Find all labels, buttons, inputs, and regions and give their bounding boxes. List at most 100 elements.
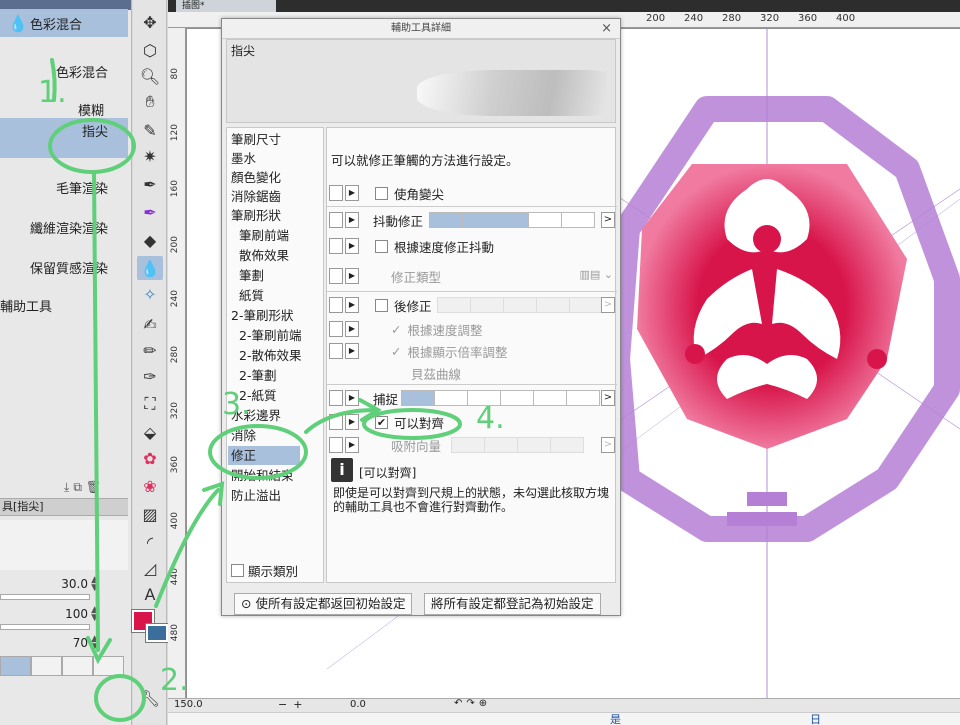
corner-checkbox[interactable] — [375, 186, 388, 200]
reset-all-button[interactable]: ⊙ 使所有設定都返回初始設定 — [234, 593, 413, 615]
zoom-level[interactable]: 150.0 — [174, 699, 203, 710]
play-icon[interactable]: ▶ — [345, 268, 359, 284]
expand-arrow-icon[interactable]: > — [601, 297, 615, 313]
speed-stabilize-checkbox[interactable] — [375, 239, 388, 253]
expand-arrow-icon[interactable]: > — [601, 390, 615, 406]
close-icon[interactable]: × — [601, 21, 612, 36]
curve-icon[interactable]: ◜ — [137, 530, 163, 554]
show-categories-toggle[interactable]: 顯示類別 — [231, 561, 298, 580]
category-item[interactable]: 墨水 — [231, 149, 321, 168]
stabilization-segments[interactable] — [0, 656, 124, 676]
decoration-icon[interactable]: ⛶ — [137, 392, 163, 416]
eraser-icon[interactable]: ◆ — [137, 228, 163, 252]
gradient-icon[interactable]: ▨ — [137, 502, 163, 526]
lock-toggle[interactable] — [329, 437, 343, 453]
sub-tool-group-current[interactable]: 💧 色彩混合 — [0, 9, 128, 37]
sub-tool-item-brush-blend[interactable]: 毛筆渲染 — [0, 178, 128, 197]
lock-toggle[interactable] — [329, 238, 343, 254]
play-icon[interactable]: ▶ — [345, 212, 359, 228]
zoom-icon[interactable]: 🔍︎ — [137, 64, 163, 88]
spinner-icon[interactable]: ▲ ▼ — [91, 606, 98, 623]
color-icon[interactable]: ❀ — [137, 474, 163, 498]
play-icon[interactable]: ▶ — [345, 238, 359, 254]
sub-tool-item-finger[interactable]: 指尖 — [0, 118, 128, 158]
category-item[interactable]: 紙質 — [239, 286, 329, 305]
property-brush-size[interactable]: 30.0 ▲ ▼ — [0, 574, 128, 600]
airbrush-icon[interactable]: ✧ — [137, 282, 163, 306]
fill-icon[interactable]: ⬙ — [137, 420, 163, 444]
category-item-selected[interactable]: 修正 — [228, 446, 300, 465]
category-item[interactable]: 消除鋸齒 — [231, 187, 321, 206]
snap-checkbox[interactable]: ✔ — [375, 415, 388, 429]
show-categories-checkbox[interactable] — [231, 564, 244, 577]
category-item[interactable]: 2-紙質 — [239, 386, 329, 405]
post-correction-slider[interactable] — [437, 297, 603, 313]
category-item[interactable]: 2-筆刷形狀 — [231, 306, 321, 325]
zoom-controls[interactable]: −+ — [278, 698, 308, 711]
play-icon[interactable]: ▶ — [345, 297, 359, 313]
lock-toggle[interactable] — [329, 390, 343, 406]
move-icon[interactable]: ✥ — [137, 10, 163, 34]
spinner-icon[interactable]: ▲ ▼ — [91, 635, 98, 652]
category-item[interactable]: 筆刷尺寸 — [231, 130, 321, 149]
play-icon[interactable]: ▶ — [345, 437, 359, 453]
property-strength[interactable]: 100 ▲ ▼ — [0, 604, 128, 630]
lock-toggle[interactable] — [329, 321, 343, 337]
document-tab[interactable]: 插图* — [176, 0, 276, 12]
play-icon[interactable]: ▶ — [345, 185, 359, 201]
lock-toggle[interactable] — [329, 297, 343, 313]
text-icon[interactable]: A — [137, 582, 163, 606]
hand-icon[interactable]: ✋︎ — [137, 90, 163, 114]
sub-color-swatch[interactable] — [145, 623, 169, 643]
expand-arrow-icon[interactable]: > — [601, 437, 615, 453]
sub-tool-item-blur[interactable]: 模糊 — [0, 100, 128, 119]
stroke-value[interactable]: 70 — [73, 636, 88, 650]
property-stroke[interactable]: 70 ▲ ▼ — [0, 633, 128, 655]
select-pen-icon[interactable]: ✎ — [137, 118, 163, 142]
3d-object-icon[interactable]: ⬡ — [137, 38, 163, 62]
attraction-slider[interactable] — [451, 437, 584, 453]
play-icon[interactable]: ▶ — [345, 321, 359, 337]
category-item[interactable]: 筆刷形狀 — [231, 206, 321, 225]
calligraphy-icon[interactable]: ✑ — [137, 364, 163, 388]
lock-toggle[interactable] — [329, 343, 343, 359]
category-item[interactable]: 水彩邊界 — [231, 406, 321, 425]
category-item[interactable]: 2-筆劃 — [239, 366, 329, 385]
duplicate-icon[interactable]: ⧉ — [73, 480, 82, 495]
brush-size-value[interactable]: 30.0 — [61, 577, 88, 591]
lock-toggle[interactable] — [329, 414, 343, 430]
lock-toggle[interactable] — [329, 268, 343, 284]
play-icon[interactable]: ▶ — [345, 343, 359, 359]
sub-tool-item-texture-blend[interactable]: 保留質感渲染 — [0, 258, 128, 277]
rotation-value[interactable]: 0.0 — [350, 699, 366, 710]
eyedropper-icon[interactable]: ✒ — [137, 172, 163, 196]
brush-icon[interactable]: ✍ — [137, 312, 163, 336]
strength-value[interactable]: 100 — [65, 607, 88, 621]
stabilization-slider[interactable] — [429, 212, 595, 228]
download-icon[interactable]: ⤓ — [64, 480, 69, 495]
wrench-icon[interactable]: 🔧︎ — [137, 686, 163, 710]
category-item[interactable]: 2-散佈效果 — [239, 346, 329, 365]
figure-icon[interactable]: ◿ — [137, 556, 163, 580]
ink-icon[interactable]: ✿ — [137, 446, 163, 470]
correction-type-dropdown[interactable]: ▥▤ ⌄ — [580, 268, 614, 281]
category-item[interactable]: 2-筆刷前端 — [239, 326, 329, 345]
category-item[interactable]: 消除 — [231, 426, 321, 445]
pencil-icon[interactable]: ✏︎ — [137, 338, 163, 362]
lock-toggle[interactable] — [329, 185, 343, 201]
brush-size-slider[interactable] — [0, 594, 90, 600]
category-item[interactable]: 筆劃 — [239, 266, 329, 285]
strength-slider[interactable] — [0, 624, 90, 630]
category-item[interactable]: 顏色變化 — [231, 168, 321, 187]
tool-property-tab[interactable]: 具[指尖] — [0, 498, 128, 516]
trash-icon[interactable]: 🗑 — [86, 480, 101, 495]
sub-tool-item-blend[interactable]: 色彩混合 — [0, 62, 128, 81]
sub-tool-item-fiber-blend[interactable]: 纖維渲染渲染 — [0, 218, 128, 237]
blend-icon[interactable]: 💧 — [137, 256, 163, 280]
view-rotate-icons[interactable]: ↶↷⊕ — [454, 698, 491, 709]
category-item[interactable]: 防止溢出 — [231, 486, 321, 505]
category-item[interactable]: 散佈效果 — [239, 246, 329, 265]
vector-snap-slider[interactable] — [401, 390, 600, 406]
post-correction-checkbox[interactable] — [375, 298, 388, 312]
expand-arrow-icon[interactable]: > — [601, 212, 615, 228]
